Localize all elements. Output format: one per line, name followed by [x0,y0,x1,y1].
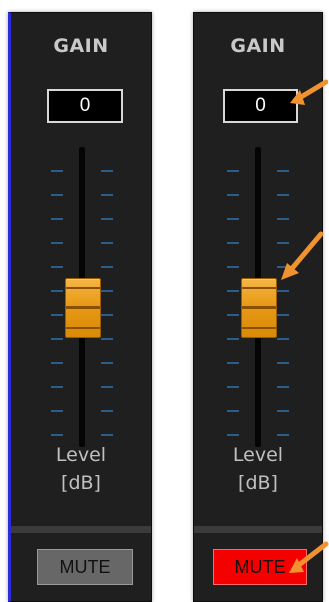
unit-text: [dB] [61,472,101,494]
mute-button[interactable]: MUTE [213,549,307,585]
tick-mark [277,362,289,364]
channel-strip-left: GAIN 0 Level [dB] MUTE [8,12,152,602]
tick-mark [101,434,113,436]
tick-mark [101,314,113,316]
tick-mark [277,242,289,244]
level-text: Level [232,444,284,466]
tick-mark [227,218,239,220]
tick-mark [101,362,113,364]
tick-mark [227,338,239,340]
level-text: Level [55,444,107,466]
tick-mark [277,266,289,268]
unit-text: [dB] [238,472,278,494]
mute-button[interactable]: MUTE [37,549,133,585]
tick-mark [227,362,239,364]
tick-mark [277,410,289,412]
tick-mark [227,290,239,292]
tick-mark [227,194,239,196]
fader-thumb[interactable] [65,278,101,338]
tick-mark [277,170,289,172]
tick-mark [51,338,63,340]
tick-mark [51,410,63,412]
tick-mark [101,218,113,220]
tick-mark [51,194,63,196]
tick-mark [51,266,63,268]
tick-mark [227,410,239,412]
tick-mark [51,362,63,364]
tick-mark [277,218,289,220]
tick-mark [51,218,63,220]
level-label: Level [dB] [11,441,151,497]
tick-mark [277,314,289,316]
tick-mark [51,170,63,172]
tick-mark [277,194,289,196]
tick-mark [101,242,113,244]
tick-mark [51,386,63,388]
tick-mark [227,314,239,316]
tick-mark [101,266,113,268]
divider [194,526,322,533]
fader-thumb[interactable] [241,278,277,338]
tick-mark [227,386,239,388]
tick-mark [101,338,113,340]
gain-value-display[interactable]: 0 [47,89,123,123]
gain-title: GAIN [53,35,109,57]
tick-mark [227,242,239,244]
tick-mark [101,170,113,172]
tick-mark [227,434,239,436]
gain-value-display[interactable]: 0 [223,89,298,123]
tick-mark [51,290,63,292]
tick-mark [101,410,113,412]
tick-mark [277,434,289,436]
tick-mark [277,290,289,292]
tick-mark [277,386,289,388]
channel-strip-right: GAIN 0 Level [dB] MUTE [193,12,323,602]
tick-mark [277,338,289,340]
tick-mark [227,266,239,268]
tick-mark [101,194,113,196]
tick-mark [51,242,63,244]
tick-mark [51,434,63,436]
level-label: Level [dB] [194,441,322,497]
tick-mark [51,314,63,316]
tick-mark [101,386,113,388]
divider [11,526,151,533]
tick-mark [227,170,239,172]
tick-mark [101,290,113,292]
gain-title: GAIN [230,35,286,57]
